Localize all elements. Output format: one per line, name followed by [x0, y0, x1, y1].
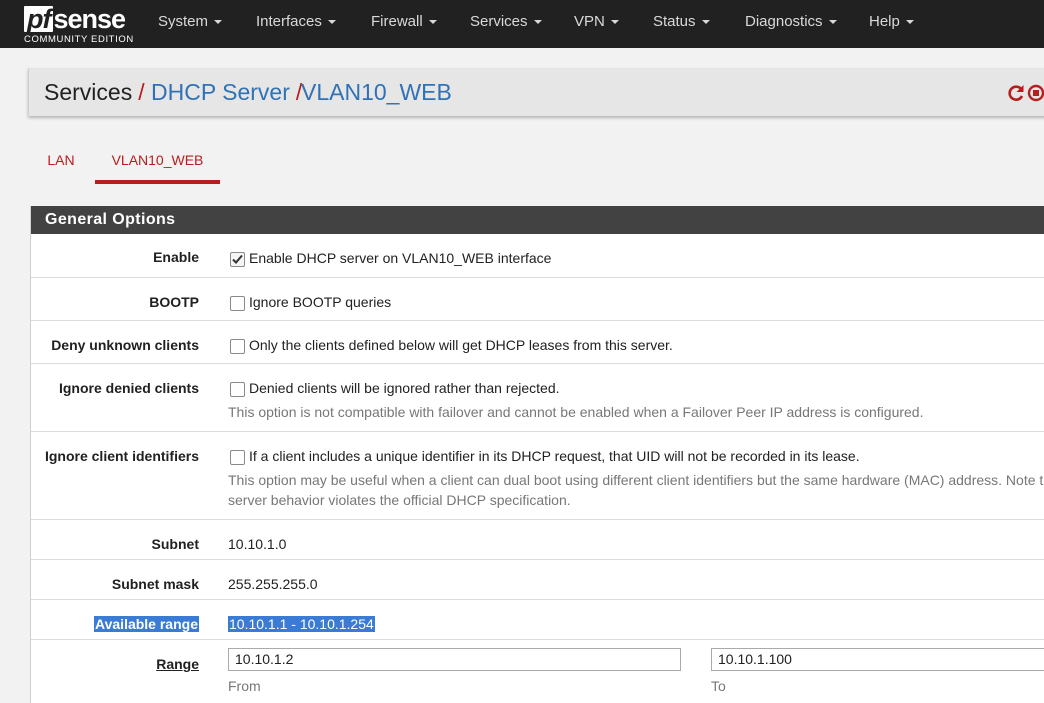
nav-diagnostics[interactable]: Diagnostics — [745, 0, 837, 48]
available-range-row: Available range 10.10.1.1 - 10.10.1.254 — [31, 600, 1044, 640]
breadcrumb-dhcp-server[interactable]: DHCP Server / — [151, 79, 302, 106]
ignore-denied-checkbox[interactable] — [230, 382, 245, 397]
subnet-row: Subnet 10.10.1.0 — [31, 520, 1044, 560]
caret-down-icon — [214, 20, 223, 25]
caret-down-icon — [828, 20, 837, 25]
available-range-label: Available range — [94, 616, 199, 632]
subnet-mask-row: Subnet mask 255.255.255.0 — [31, 560, 1044, 600]
ignore-denied-text: Denied clients will be ignored rather th… — [249, 380, 560, 396]
available-range-value-text: 10.10.1.1 - 10.10.1.254 — [228, 616, 375, 632]
bootp-label: BOOTP — [149, 294, 199, 310]
caret-down-icon — [701, 20, 710, 25]
breadcrumb-separator: / — [138, 79, 145, 105]
logo-edition: COMMUNITY EDITION — [24, 34, 134, 45]
enable-text: Enable DHCP server on VLAN10_WEB interfa… — [249, 250, 552, 266]
subnet-label: Subnet — [151, 536, 199, 552]
nav-interfaces[interactable]: Interfaces — [256, 0, 336, 48]
stop-icon[interactable] — [1026, 83, 1044, 103]
available-range-label-text: Available range — [94, 616, 199, 632]
deny-unknown-checkbox[interactable] — [230, 339, 245, 354]
nav-system[interactable]: System — [158, 0, 223, 48]
available-range-value: 10.10.1.1 - 10.10.1.254 — [228, 616, 375, 632]
caret-down-icon — [327, 20, 336, 25]
deny-unknown-label: Deny unknown clients — [51, 337, 199, 353]
enable-row: Enable Enable DHCP server on VLAN10_WEB … — [31, 234, 1044, 278]
range-from-input[interactable]: 10.10.1.2 — [228, 648, 681, 671]
ignore-denied-label: Ignore denied clients — [58, 380, 199, 396]
breadcrumb: Services / DHCP Server / VLAN10_WEB — [28, 68, 1044, 116]
caret-down-icon — [533, 20, 542, 25]
range-label: Range — [156, 656, 199, 672]
range-to-label: To — [711, 678, 726, 694]
deny-unknown-text: Only the clients defined below will get … — [249, 337, 673, 353]
ignore-client-ids-label: Ignore client identifiers — [44, 448, 199, 464]
subnet-mask-label: Subnet mask — [111, 576, 199, 592]
range-from-label: From — [228, 678, 261, 694]
nav-vpn[interactable]: VPN — [574, 0, 619, 48]
ignore-client-ids-help-1: This option may be useful when a client … — [228, 472, 1044, 488]
breadcrumb-vlan10-web[interactable]: VLAN10_WEB — [301, 79, 452, 106]
nav-status[interactable]: Status — [653, 0, 710, 48]
ignore-denied-help: This option is not compatible with failo… — [228, 404, 924, 420]
ignore-client-ids-row: Ignore client identifiers If a client in… — [31, 432, 1044, 520]
check-icon — [232, 254, 243, 264]
subnet-mask-value: 255.255.255.0 — [228, 576, 318, 592]
enable-checkbox[interactable] — [230, 252, 245, 267]
pfsense-logo[interactable]: pf sense COMMUNITY EDITION — [24, 4, 134, 45]
panel-title: General Options — [31, 206, 1044, 234]
nav-help[interactable]: Help — [869, 0, 914, 48]
subnet-value: 10.10.1.0 — [228, 536, 287, 552]
nav-services[interactable]: Services — [470, 0, 542, 48]
caret-down-icon — [905, 20, 914, 25]
enable-label: Enable — [153, 249, 199, 265]
breadcrumb-icons — [1006, 83, 1044, 103]
range-to-input[interactable]: 10.10.1.100 — [711, 648, 1044, 671]
bootp-row: BOOTP Ignore BOOTP queries — [31, 278, 1044, 321]
caret-down-icon — [428, 20, 437, 25]
ignore-client-ids-checkbox[interactable] — [230, 450, 245, 465]
bootp-text: Ignore BOOTP queries — [249, 294, 392, 310]
ignore-client-ids-text: If a client includes a unique identifier… — [249, 448, 860, 464]
deny-unknown-row: Deny unknown clients Only the clients de… — [31, 321, 1044, 364]
reload-icon[interactable] — [1006, 83, 1026, 103]
logo-wordmark: pf sense — [24, 4, 126, 34]
range-row: Range 10.10.1.2 From 10.10.1.100 To — [31, 640, 1044, 703]
ignore-denied-row: Ignore denied clients Denied clients wil… — [31, 364, 1044, 432]
bootp-checkbox[interactable] — [230, 296, 245, 311]
ignore-client-ids-help-2: server behavior violates the official DH… — [228, 492, 571, 508]
general-options-panel: General Options Enable Enable DHCP serve… — [30, 206, 1044, 703]
tab-vlan10-web[interactable]: VLAN10_WEB — [95, 140, 220, 184]
top-navbar: pf sense COMMUNITY EDITION System Interfa… — [0, 0, 1044, 48]
breadcrumb-services: Services / — [44, 79, 145, 105]
nav-firewall[interactable]: Firewall — [371, 0, 437, 48]
caret-down-icon — [610, 20, 619, 25]
tab-lan[interactable]: LAN — [38, 140, 84, 184]
